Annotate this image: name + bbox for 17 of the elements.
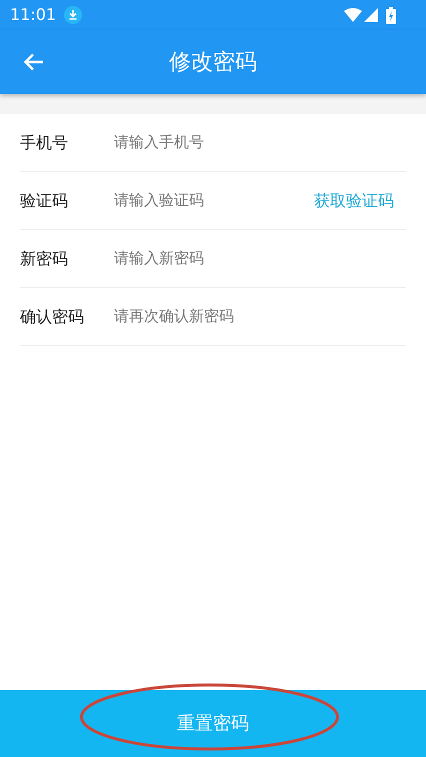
status-time: 11:01 bbox=[10, 4, 56, 26]
field-label: 手机号 bbox=[20, 132, 69, 154]
battery-icon bbox=[386, 6, 396, 24]
input-field[interactable]: 请再次确认新密码 bbox=[114, 305, 406, 328]
input-field[interactable]: 请输入手机号 bbox=[114, 131, 406, 154]
wifi-icon bbox=[344, 8, 362, 22]
reset-password-button[interactable]: 重置密码 bbox=[0, 690, 426, 757]
input-field[interactable]: 请输入验证码 bbox=[114, 189, 306, 212]
download-icon bbox=[64, 6, 82, 24]
signal-icon bbox=[364, 8, 378, 22]
back-arrow-icon bbox=[24, 53, 44, 71]
input-field[interactable]: 请输入新密码 bbox=[114, 247, 406, 270]
page-title: 修改密码 bbox=[169, 48, 257, 76]
field-label: 新密码 bbox=[20, 248, 69, 270]
field-label: 验证码 bbox=[20, 190, 69, 212]
field-label: 确认密码 bbox=[20, 306, 85, 328]
get-code-link[interactable]: 获取验证码 bbox=[306, 188, 394, 212]
